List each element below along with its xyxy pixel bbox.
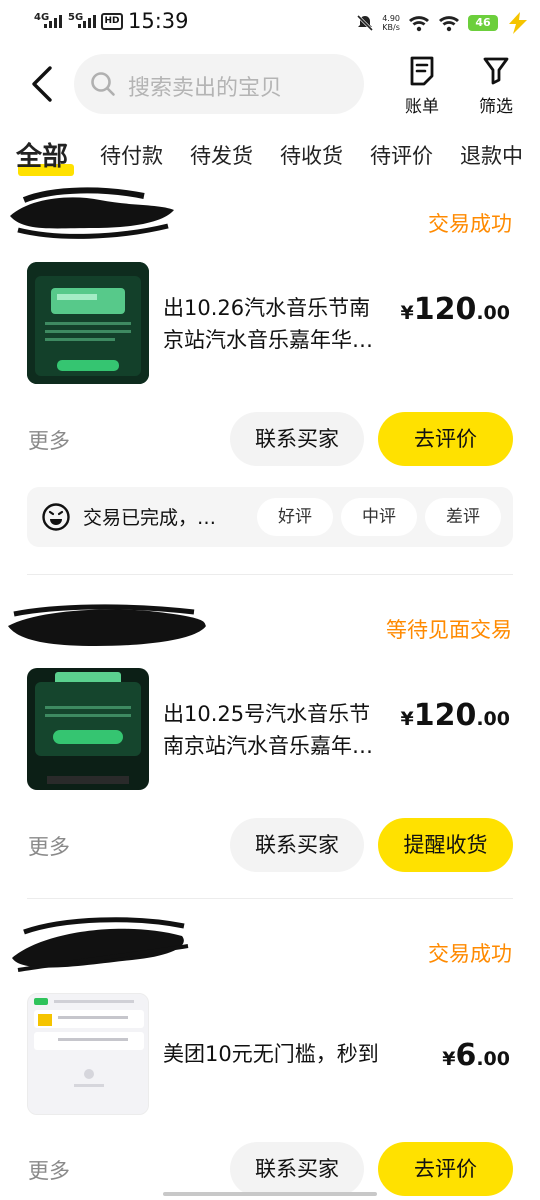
mute-icon [357, 14, 374, 32]
order-status: 交易成功 [428, 212, 512, 236]
emoji-icon [42, 503, 70, 531]
filter-icon [483, 57, 509, 85]
coupon-screenshot-image [28, 994, 148, 1114]
product-title[interactable]: 美团10元无门槛，秒到 [163, 1038, 413, 1070]
tab-pending-shipment[interactable]: 待发货 [190, 140, 253, 170]
more-button[interactable]: 更多 [28, 425, 70, 455]
search-input[interactable]: 搜索卖出的宝贝 [74, 54, 364, 114]
search-placeholder: 搜索卖出的宝贝 [128, 76, 283, 101]
tab-pending-review[interactable]: 待评价 [370, 140, 433, 170]
wifi-icon [409, 16, 429, 32]
divider [27, 574, 513, 575]
tab-pending-receipt[interactable]: 待收货 [280, 140, 343, 170]
net-speed: 4.90 KB/s [382, 14, 400, 32]
battery-indicator: 46 [468, 15, 498, 31]
tab-refunding[interactable]: 退款中 [460, 140, 523, 170]
neutral-review-chip[interactable]: 中评 [341, 498, 417, 536]
order-status: 等待见面交易 [386, 618, 512, 642]
more-button[interactable]: 更多 [28, 831, 70, 861]
divider [27, 898, 513, 899]
tab-pending-payment[interactable]: 待付款 [100, 140, 163, 170]
review-button[interactable]: 去评价 [378, 1142, 513, 1196]
contact-buyer-button[interactable]: 联系买家 [230, 1142, 364, 1196]
price: ¥120.00 [400, 698, 510, 733]
redacted-buyer-name [8, 604, 206, 646]
signal-icon [78, 14, 96, 28]
filter-button[interactable]: 筛选 [466, 56, 526, 117]
home-indicator[interactable] [163, 1192, 377, 1196]
signal-icon [44, 14, 62, 28]
bad-review-chip[interactable]: 差评 [425, 498, 501, 536]
clock: 15:39 [128, 9, 189, 33]
ticket-image [27, 262, 149, 384]
order-tabs: 全部 待付款 待发货 待收货 待评价 退款中 [0, 136, 540, 180]
remind-receipt-button[interactable]: 提醒收货 [378, 818, 513, 872]
bill-button[interactable]: 账单 [392, 56, 452, 117]
status-right: 4.90 KB/s 46 [356, 8, 530, 38]
review-prompt-text: 交易已完成，… [83, 507, 217, 529]
tab-all[interactable]: 全部 [16, 136, 68, 173]
bill-icon [410, 56, 434, 86]
contact-buyer-button[interactable]: 联系买家 [230, 412, 364, 466]
filter-label: 筛选 [479, 97, 513, 117]
redacted-buyer-name [12, 917, 189, 972]
product-thumbnail[interactable] [27, 993, 149, 1115]
review-button[interactable]: 去评价 [378, 412, 513, 466]
product-thumbnail[interactable] [27, 668, 149, 790]
hd-icon: HD [101, 13, 123, 30]
search-icon [91, 72, 115, 96]
bill-label: 账单 [405, 97, 439, 117]
ticket-image [27, 668, 149, 790]
price: ¥6.00 [442, 1038, 510, 1073]
product-thumbnail[interactable] [27, 262, 149, 384]
good-review-chip[interactable]: 好评 [257, 498, 333, 536]
more-button[interactable]: 更多 [28, 1155, 70, 1185]
product-title[interactable]: 出10.26汽水音乐节南 京站汽水音乐嘉年华… [163, 292, 403, 356]
contact-buyer-button[interactable]: 联系买家 [230, 818, 364, 872]
back-icon[interactable] [28, 64, 58, 104]
product-title[interactable]: 出10.25号汽水音乐节 南京站汽水音乐嘉年… [163, 698, 403, 762]
order-status: 交易成功 [428, 942, 512, 966]
price: ¥120.00 [400, 292, 510, 327]
status-bar: 4G 5G HD 15:39 4.90 KB/s 46 [0, 0, 540, 46]
redacted-buyer-name [10, 187, 174, 239]
quick-review-bar: 交易已完成，… 好评 中评 差评 [27, 487, 513, 547]
wifi-icon [439, 16, 459, 32]
charging-icon [509, 12, 527, 34]
